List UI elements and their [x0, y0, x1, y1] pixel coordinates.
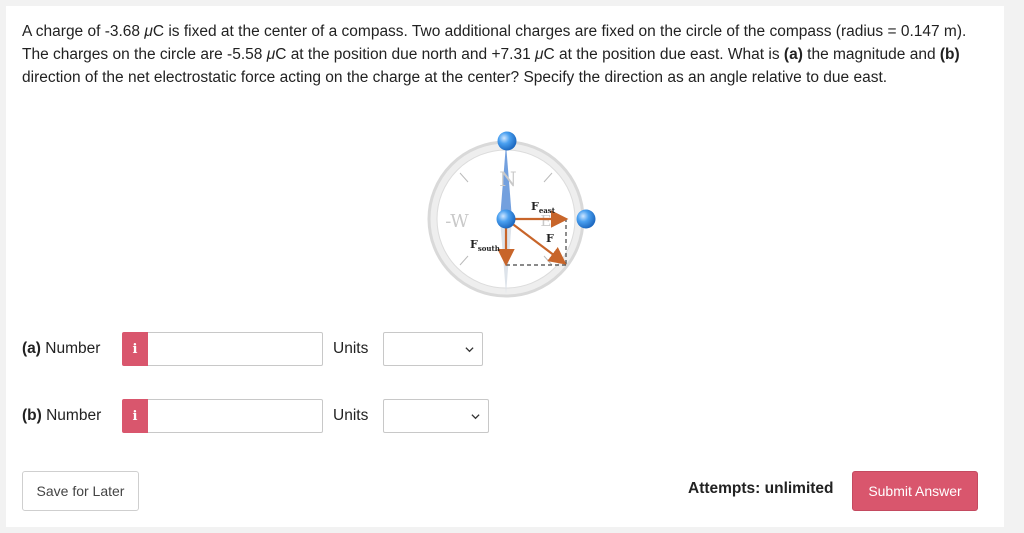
part-b-units-select[interactable]: [383, 399, 489, 433]
part-a-units-select[interactable]: [383, 332, 483, 366]
part-a-units-label: Units: [333, 340, 369, 357]
west-label: -W: [445, 211, 469, 232]
chevron-down-icon: [465, 347, 474, 353]
part-a-label: (a) Number: [22, 340, 101, 357]
east-charge: [576, 209, 596, 229]
save-for-later-button[interactable]: Save for Later: [22, 471, 139, 511]
question-card: A charge of -3.68 μC is fixed at the cen…: [6, 6, 1004, 527]
f-net-label: F: [546, 232, 554, 245]
part-b-row: (b) Number i Units: [22, 398, 489, 434]
chevron-down-icon: [471, 414, 480, 420]
compass-figure: N -W E Feast F Fsouth: [427, 131, 596, 298]
part-b-number-input[interactable]: [148, 399, 323, 433]
attempts-label: Attempts: unlimited: [688, 480, 834, 497]
info-icon[interactable]: i: [122, 399, 148, 433]
info-icon[interactable]: i: [122, 332, 148, 366]
part-a-number-input[interactable]: [148, 332, 323, 366]
center-charge: [496, 209, 516, 229]
north-label: N: [499, 167, 517, 191]
submit-answer-button[interactable]: Submit Answer: [852, 471, 978, 511]
part-b-label: (b) Number: [22, 407, 102, 424]
north-charge: [497, 131, 517, 151]
question-text: A charge of -3.68 μC is fixed at the cen…: [22, 23, 967, 86]
part-a-row: (a) Number i Units: [22, 331, 483, 367]
part-b-units-label: Units: [333, 407, 369, 424]
